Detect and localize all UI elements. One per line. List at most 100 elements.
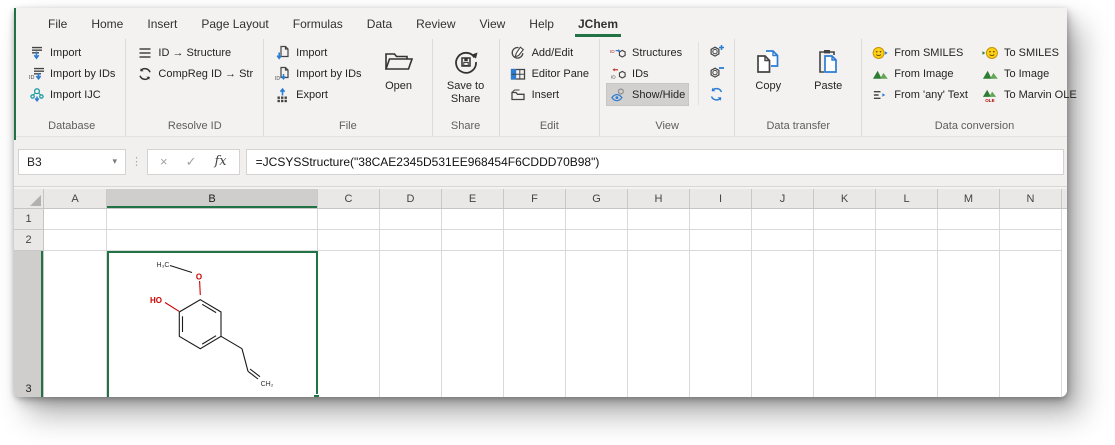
tab-page-layout[interactable]: Page Layout bbox=[189, 8, 280, 39]
grid-cell[interactable] bbox=[318, 209, 380, 230]
grid-cell[interactable] bbox=[814, 209, 876, 230]
column-header-h[interactable]: H bbox=[628, 189, 690, 208]
grid-cell[interactable] bbox=[752, 209, 814, 230]
name-box[interactable]: B3 ▾ bbox=[18, 149, 126, 175]
row-header-3[interactable]: 3 bbox=[14, 251, 43, 397]
grid-cell[interactable] bbox=[938, 230, 1000, 251]
import-ijc-button[interactable]: Import IJC bbox=[25, 84, 118, 105]
fill-handle[interactable] bbox=[313, 394, 320, 397]
name-box-dropdown-icon[interactable]: ▾ bbox=[112, 156, 117, 167]
to-marvin-ole-button[interactable]: OLE To Marvin OLE bbox=[979, 84, 1080, 105]
column-header-j[interactable]: J bbox=[752, 189, 814, 208]
grid-cell[interactable] bbox=[504, 209, 566, 230]
grid-cell[interactable] bbox=[876, 209, 938, 230]
grid-cell[interactable] bbox=[107, 230, 318, 251]
grid-cell[interactable] bbox=[566, 251, 628, 397]
view-structures-button[interactable]: ID Structures bbox=[607, 42, 688, 63]
grid-cell[interactable] bbox=[318, 251, 380, 397]
grid-cell[interactable] bbox=[690, 230, 752, 251]
from-any-text-button[interactable]: From 'any' Text bbox=[869, 84, 971, 105]
grid-cell[interactable] bbox=[1000, 251, 1062, 397]
grid-cell[interactable] bbox=[1000, 209, 1062, 230]
grid-cell[interactable] bbox=[380, 251, 442, 397]
row-header-2[interactable]: 2 bbox=[14, 230, 43, 251]
insert-function-button[interactable]: fx bbox=[215, 154, 227, 169]
column-header-e[interactable]: E bbox=[442, 189, 504, 208]
grid-cell[interactable] bbox=[504, 230, 566, 251]
grid-cell[interactable] bbox=[442, 230, 504, 251]
grid-cell[interactable] bbox=[628, 251, 690, 397]
tab-help[interactable]: Help bbox=[517, 8, 566, 39]
column-header-b[interactable]: B bbox=[107, 189, 318, 208]
column-header-m[interactable]: M bbox=[938, 189, 1000, 208]
column-header-d[interactable]: D bbox=[380, 189, 442, 208]
compreg-id-to-str-button[interactable]: CompReg ID → Str bbox=[133, 63, 256, 84]
tab-jchem[interactable]: JChem bbox=[566, 8, 630, 39]
editor-pane-button[interactable]: Editor Pane bbox=[507, 63, 592, 84]
database-import-button[interactable]: Import bbox=[25, 42, 118, 63]
grid-cell[interactable] bbox=[752, 230, 814, 251]
add-structure-tool-button[interactable] bbox=[705, 42, 727, 63]
view-ids-button[interactable]: ID IDs bbox=[607, 63, 688, 84]
file-export-button[interactable]: Export bbox=[271, 84, 364, 105]
column-header-a[interactable]: A bbox=[44, 189, 107, 208]
grid-cell[interactable] bbox=[628, 209, 690, 230]
column-header-f[interactable]: F bbox=[504, 189, 566, 208]
grid-cell[interactable] bbox=[814, 251, 876, 397]
database-import-by-ids-button[interactable]: ID Import by IDs bbox=[25, 63, 118, 84]
tab-formulas[interactable]: Formulas bbox=[281, 8, 355, 39]
column-header-l[interactable]: L bbox=[876, 189, 938, 208]
show-hide-button[interactable]: Show/Hide bbox=[607, 84, 688, 105]
grid-cell[interactable] bbox=[566, 209, 628, 230]
tab-view[interactable]: View bbox=[468, 8, 518, 39]
grid-cell[interactable] bbox=[442, 209, 504, 230]
select-all-corner[interactable] bbox=[14, 189, 44, 208]
tab-home[interactable]: Home bbox=[79, 8, 135, 39]
formula-bar-drag-handle-icon[interactable]: ⋮ bbox=[126, 155, 147, 168]
grid-cell[interactable] bbox=[628, 230, 690, 251]
grid-cell[interactable] bbox=[380, 230, 442, 251]
to-image-button[interactable]: To Image bbox=[979, 63, 1080, 84]
file-import-button[interactable]: Import bbox=[271, 42, 364, 63]
grid-cell[interactable] bbox=[504, 251, 566, 397]
remove-structure-tool-button[interactable] bbox=[705, 63, 727, 84]
refresh-tool-button[interactable] bbox=[705, 84, 727, 105]
enter-button[interactable]: ✓ bbox=[186, 154, 197, 170]
open-button[interactable]: Open bbox=[373, 42, 425, 105]
copy-button[interactable]: Copy bbox=[742, 42, 794, 93]
selected-cell-b3[interactable]: H₃C O HO CH₂ bbox=[107, 251, 318, 397]
grid-cell[interactable] bbox=[690, 251, 752, 397]
grid-cell[interactable] bbox=[442, 251, 504, 397]
grid-cell[interactable] bbox=[938, 209, 1000, 230]
column-header-i[interactable]: I bbox=[690, 189, 752, 208]
grid-cell[interactable] bbox=[1000, 230, 1062, 251]
column-header-n[interactable]: N bbox=[1000, 189, 1062, 208]
column-header-k[interactable]: K bbox=[814, 189, 876, 208]
from-smiles-button[interactable]: From SMILES bbox=[869, 42, 971, 63]
grid-cell[interactable] bbox=[752, 251, 814, 397]
column-header-c[interactable]: C bbox=[318, 189, 380, 208]
grid-cell[interactable] bbox=[876, 251, 938, 397]
column-header-g[interactable]: G bbox=[566, 189, 628, 208]
save-to-share-button[interactable]: Save to Share bbox=[440, 42, 492, 106]
tab-data[interactable]: Data bbox=[355, 8, 404, 39]
grid-cell[interactable] bbox=[44, 251, 107, 397]
cancel-button[interactable]: × bbox=[160, 154, 168, 169]
tab-insert[interactable]: Insert bbox=[135, 8, 189, 39]
grid-cell[interactable] bbox=[876, 230, 938, 251]
tab-review[interactable]: Review bbox=[404, 8, 467, 39]
grid-cell[interactable] bbox=[44, 209, 107, 230]
file-import-by-ids-button[interactable]: ID Import by IDs bbox=[271, 63, 364, 84]
grid-cell[interactable] bbox=[566, 230, 628, 251]
grid-cell[interactable] bbox=[44, 230, 107, 251]
id-to-structure-button[interactable]: ID → Structure bbox=[133, 42, 256, 63]
grid-cell[interactable] bbox=[318, 230, 380, 251]
paste-button[interactable]: Paste bbox=[802, 42, 854, 93]
insert-button[interactable]: Insert bbox=[507, 84, 592, 105]
formula-input[interactable]: =JCSYSStructure("38CAE2345D531EE968454F6… bbox=[246, 149, 1064, 175]
grid-cell[interactable] bbox=[690, 209, 752, 230]
to-smiles-button[interactable]: To SMILES bbox=[979, 42, 1080, 63]
grid-cell[interactable] bbox=[814, 230, 876, 251]
add-edit-button[interactable]: Add/Edit bbox=[507, 42, 592, 63]
row-header-1[interactable]: 1 bbox=[14, 209, 43, 230]
